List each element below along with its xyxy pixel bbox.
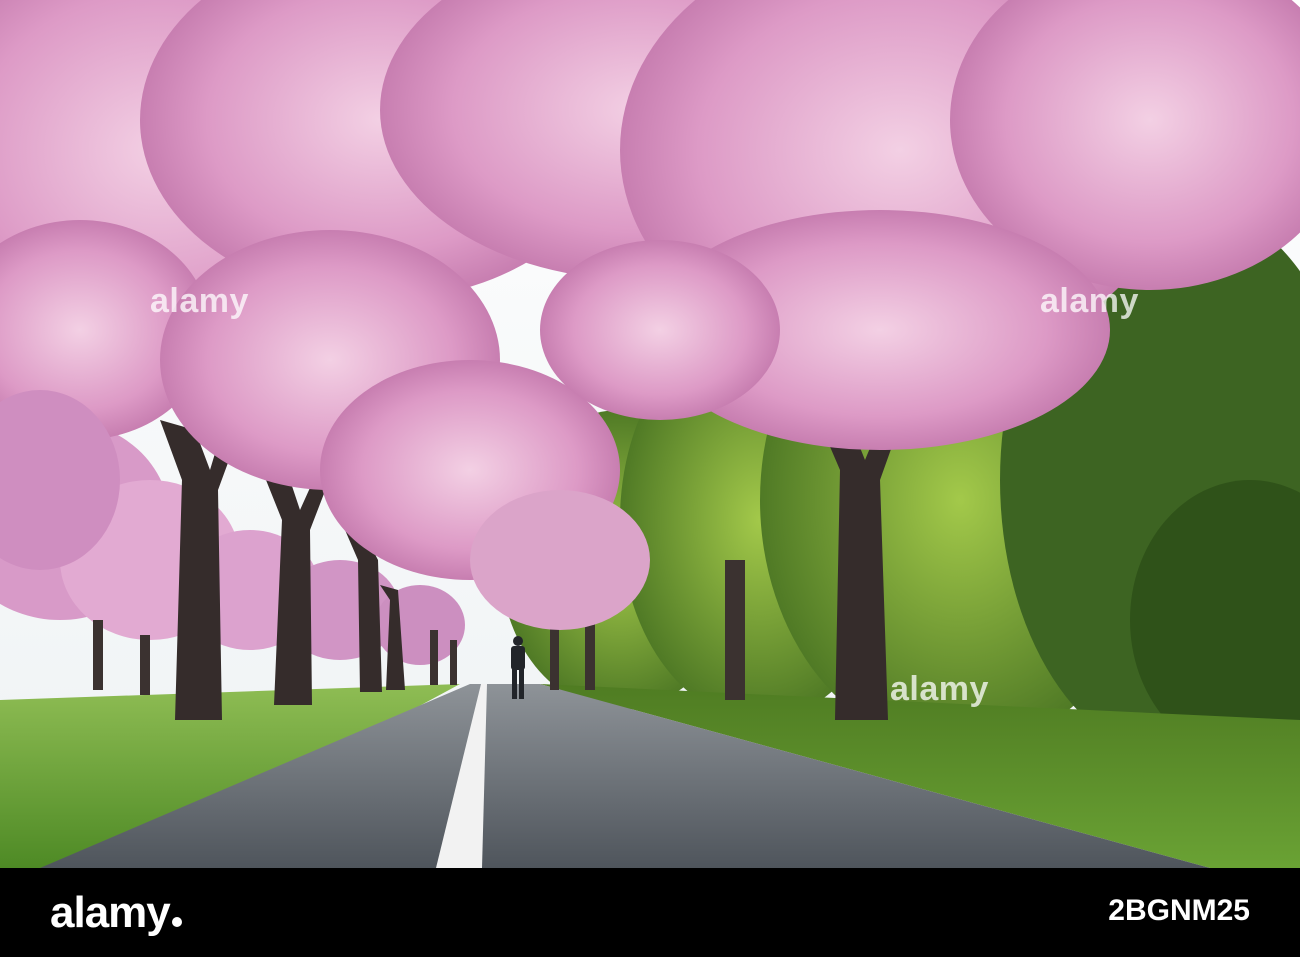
brand-text: alamy: [50, 888, 171, 937]
watermark-center: alamy: [890, 670, 989, 708]
brand-dot-icon: [171, 917, 182, 927]
watermark-left: alamy: [150, 282, 249, 320]
footer-bar: alamy 2BGNM25: [0, 868, 1300, 957]
cherry-blossom-photo: alamy alamy alamy: [0, 0, 1300, 868]
stock-photo-page: alamy alamy alamy alamy 2BGNM25: [0, 0, 1300, 957]
brand-logo[interactable]: alamy: [50, 888, 182, 938]
watermark-right: alamy: [1040, 282, 1139, 320]
image-id: 2BGNM25: [1108, 894, 1250, 927]
photo-scene: [0, 0, 1300, 868]
